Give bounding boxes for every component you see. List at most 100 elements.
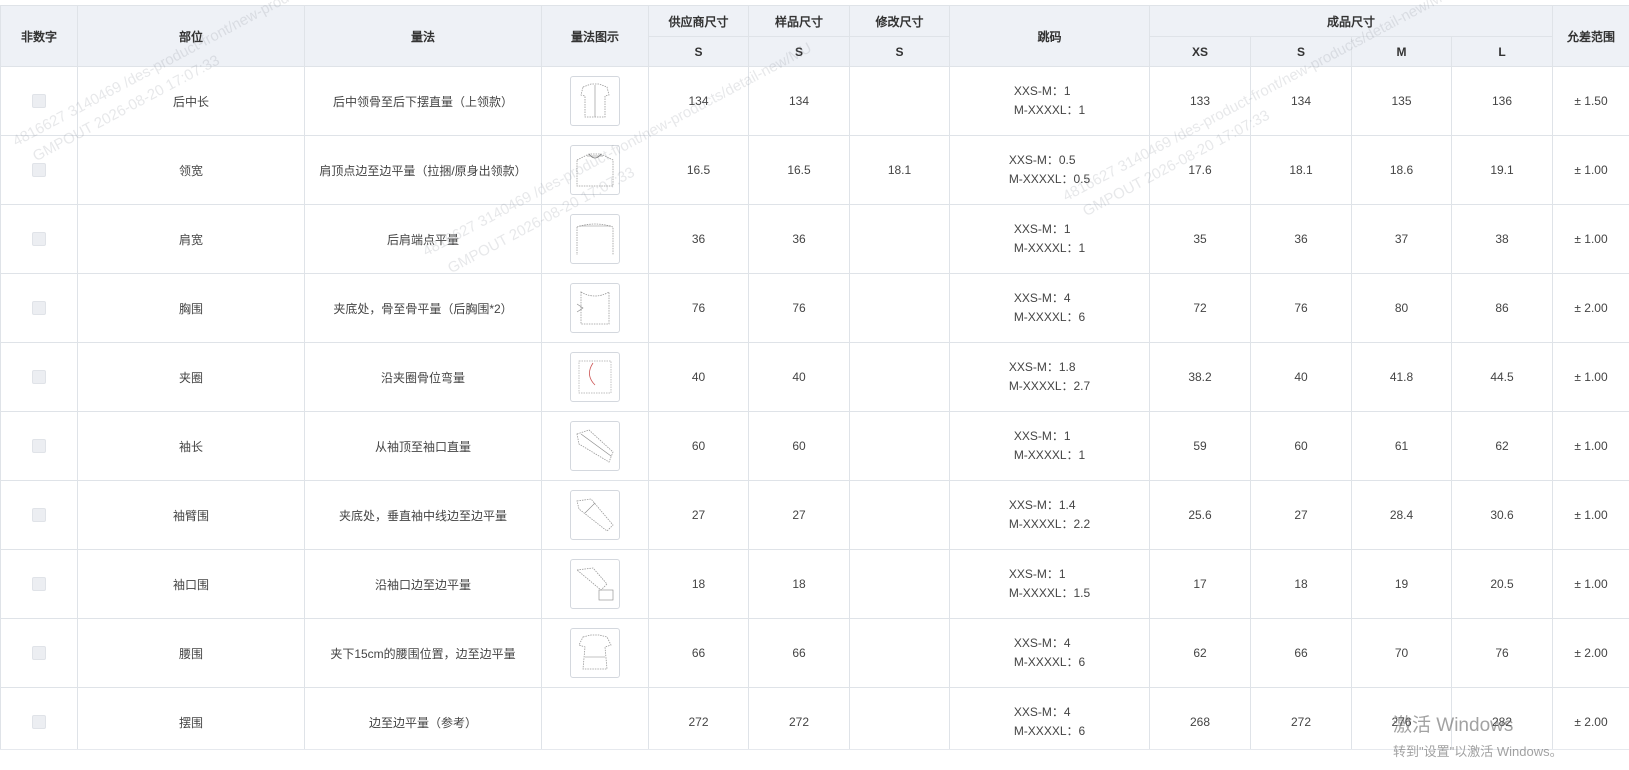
modified-size-cell[interactable] xyxy=(850,205,950,274)
non-numeric-checkbox[interactable] xyxy=(32,370,46,384)
size-m-cell: 19 xyxy=(1352,550,1452,619)
table-row: 夹圈沿夹圈骨位弯量4040XXS-M：1.8M-XXXXL：2.738.2404… xyxy=(1,343,1629,412)
part-cell: 袖长 xyxy=(78,412,305,481)
grading-small: XXS-M：1 xyxy=(1014,427,1085,446)
header-sample-size: 样品尺寸 xyxy=(749,6,850,37)
size-xs-cell: 268 xyxy=(1150,688,1251,757)
garment-waist-icon xyxy=(571,629,619,677)
modified-size-cell[interactable] xyxy=(850,412,950,481)
header-size-l: L xyxy=(1452,37,1553,67)
grading-large: M-XXXXL：6 xyxy=(1014,308,1085,327)
non-numeric-checkbox[interactable] xyxy=(32,163,46,177)
size-xs-cell: 72 xyxy=(1150,274,1251,343)
size-m-cell: 70 xyxy=(1352,619,1452,688)
grading-large: M-XXXXL：2.7 xyxy=(1009,377,1090,396)
grading-small: XXS-M：0.5 xyxy=(1009,151,1090,170)
size-spec-table: 非数字 部位 量法 量法图示 供应商尺寸 样品尺寸 修改尺寸 跳码 成品尺寸 允… xyxy=(0,5,1629,757)
method-image-thumbnail[interactable] xyxy=(570,628,620,678)
modified-size-cell[interactable] xyxy=(850,67,950,136)
tolerance-cell: ± 2.00 xyxy=(1553,688,1629,757)
header-tolerance: 允差范围 xyxy=(1553,6,1629,67)
grading-cell: XXS-M：4M-XXXXL：6 xyxy=(950,274,1150,343)
method-image-thumbnail[interactable] xyxy=(570,283,620,333)
method-image-thumbnail[interactable] xyxy=(570,76,620,126)
grading-large: M-XXXXL：1 xyxy=(1014,446,1085,465)
table-row: 袖口围沿袖口边至边平量1818XXS-M：1M-XXXXL：1.51718192… xyxy=(1,550,1629,619)
non-numeric-checkbox[interactable] xyxy=(32,577,46,591)
modified-size-cell[interactable] xyxy=(850,274,950,343)
size-s-cell: 36 xyxy=(1251,205,1352,274)
non-numeric-cell xyxy=(1,205,78,274)
tolerance-cell: ± 1.00 xyxy=(1553,550,1629,619)
non-numeric-checkbox[interactable] xyxy=(32,94,46,108)
method-image-cell xyxy=(542,136,649,205)
grading-cell: XXS-M：0.5M-XXXXL：0.5 xyxy=(950,136,1150,205)
non-numeric-checkbox[interactable] xyxy=(32,301,46,315)
grading-small: XXS-M：1.8 xyxy=(1009,358,1090,377)
size-m-cell: 135 xyxy=(1352,67,1452,136)
tolerance-cell: ± 1.00 xyxy=(1553,481,1629,550)
non-numeric-checkbox[interactable] xyxy=(32,508,46,522)
size-xs-cell: 17 xyxy=(1150,550,1251,619)
method-image-thumbnail[interactable] xyxy=(570,214,620,264)
sample-size-cell: 76 xyxy=(749,274,850,343)
size-l-cell: 30.6 xyxy=(1452,481,1553,550)
method-cell: 沿夹圈骨位弯量 xyxy=(305,343,542,412)
part-cell: 夹圈 xyxy=(78,343,305,412)
tolerance-cell: ± 1.00 xyxy=(1553,412,1629,481)
size-l-cell: 76 xyxy=(1452,619,1553,688)
size-m-cell: 80 xyxy=(1352,274,1452,343)
size-xs-cell: 17.6 xyxy=(1150,136,1251,205)
method-image-thumbnail[interactable] xyxy=(570,490,620,540)
method-image-thumbnail[interactable] xyxy=(570,559,620,609)
supplier-size-cell: 66 xyxy=(649,619,749,688)
method-cell: 后中领骨至后下摆直量（上领款） xyxy=(305,67,542,136)
grading-large: M-XXXXL：1 xyxy=(1014,239,1085,258)
modified-size-cell[interactable] xyxy=(850,550,950,619)
sample-size-cell: 40 xyxy=(749,343,850,412)
grading-cell: XXS-M：1M-XXXXL：1 xyxy=(950,67,1150,136)
size-l-cell: 136 xyxy=(1452,67,1553,136)
size-xs-cell: 25.6 xyxy=(1150,481,1251,550)
header-size-m: M xyxy=(1352,37,1452,67)
supplier-size-cell: 76 xyxy=(649,274,749,343)
part-cell: 领宽 xyxy=(78,136,305,205)
supplier-size-cell: 60 xyxy=(649,412,749,481)
table-row: 袖臂围夹底处，垂直袖中线边至边平量2727XXS-M：1.4M-XXXXL：2.… xyxy=(1,481,1629,550)
modified-size-cell[interactable] xyxy=(850,481,950,550)
non-numeric-checkbox[interactable] xyxy=(32,715,46,729)
modified-size-cell[interactable]: 18.1 xyxy=(850,136,950,205)
sample-size-cell: 16.5 xyxy=(749,136,850,205)
method-image-thumbnail[interactable] xyxy=(570,352,620,402)
size-s-cell: 76 xyxy=(1251,274,1352,343)
part-cell: 腰围 xyxy=(78,619,305,688)
grading-cell: XXS-M：1M-XXXXL：1 xyxy=(950,412,1150,481)
header-non-numeric: 非数字 xyxy=(1,6,78,67)
size-m-cell: 18.6 xyxy=(1352,136,1452,205)
sample-size-cell: 36 xyxy=(749,205,850,274)
header-finished-size: 成品尺寸 xyxy=(1150,6,1553,37)
non-numeric-checkbox[interactable] xyxy=(32,646,46,660)
method-cell: 肩顶点边至边平量（拉捆/原身出领款） xyxy=(305,136,542,205)
tolerance-cell: ± 2.00 xyxy=(1553,274,1629,343)
part-cell: 胸围 xyxy=(78,274,305,343)
sample-size-cell: 134 xyxy=(749,67,850,136)
modified-size-cell[interactable] xyxy=(850,619,950,688)
non-numeric-cell xyxy=(1,136,78,205)
size-l-cell: 62 xyxy=(1452,412,1553,481)
size-xs-cell: 133 xyxy=(1150,67,1251,136)
table-row: 肩宽后肩端点平量3636XXS-M：1M-XXXXL：135363738± 1.… xyxy=(1,205,1629,274)
method-image-thumbnail[interactable] xyxy=(570,145,620,195)
sample-size-cell: 27 xyxy=(749,481,850,550)
non-numeric-checkbox[interactable] xyxy=(32,232,46,246)
size-xs-cell: 35 xyxy=(1150,205,1251,274)
method-cell: 夹底处，垂直袖中线边至边平量 xyxy=(305,481,542,550)
tolerance-cell: ± 1.00 xyxy=(1553,136,1629,205)
method-cell: 从袖顶至袖口直量 xyxy=(305,412,542,481)
non-numeric-checkbox[interactable] xyxy=(32,439,46,453)
method-image-cell xyxy=(542,619,649,688)
method-image-thumbnail[interactable] xyxy=(570,421,620,471)
grading-small: XXS-M：1 xyxy=(1014,220,1085,239)
modified-size-cell[interactable] xyxy=(850,688,950,757)
modified-size-cell[interactable] xyxy=(850,343,950,412)
